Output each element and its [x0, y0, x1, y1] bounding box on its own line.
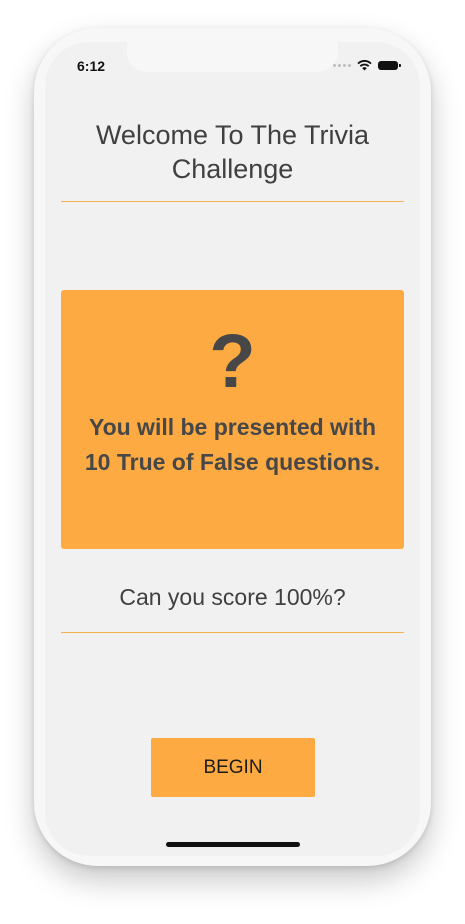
- status-time: 6:12: [77, 58, 106, 74]
- begin-button[interactable]: BEGIN: [151, 738, 315, 797]
- prompt-divider: [61, 632, 404, 633]
- info-card: ? You will be presented with 10 True of …: [61, 290, 404, 549]
- wifi-icon: [357, 60, 372, 71]
- status-icons: [333, 60, 401, 71]
- home-indicator[interactable]: [166, 842, 300, 847]
- device-notch: [127, 42, 338, 72]
- battery-icon: [378, 61, 401, 70]
- question-mark-icon: ?: [209, 319, 256, 404]
- info-card-text: You will be presented with 10 True of Fa…: [84, 414, 381, 475]
- score-prompt: Can you score 100%?: [119, 584, 346, 610]
- title-divider: [61, 201, 404, 202]
- page-title: Welcome To The Trivia Challenge: [95, 120, 370, 184]
- signal-icon: [333, 64, 351, 67]
- app-screen: 6:12 Welcome To The Trivia Challenge ? Y…: [45, 42, 420, 856]
